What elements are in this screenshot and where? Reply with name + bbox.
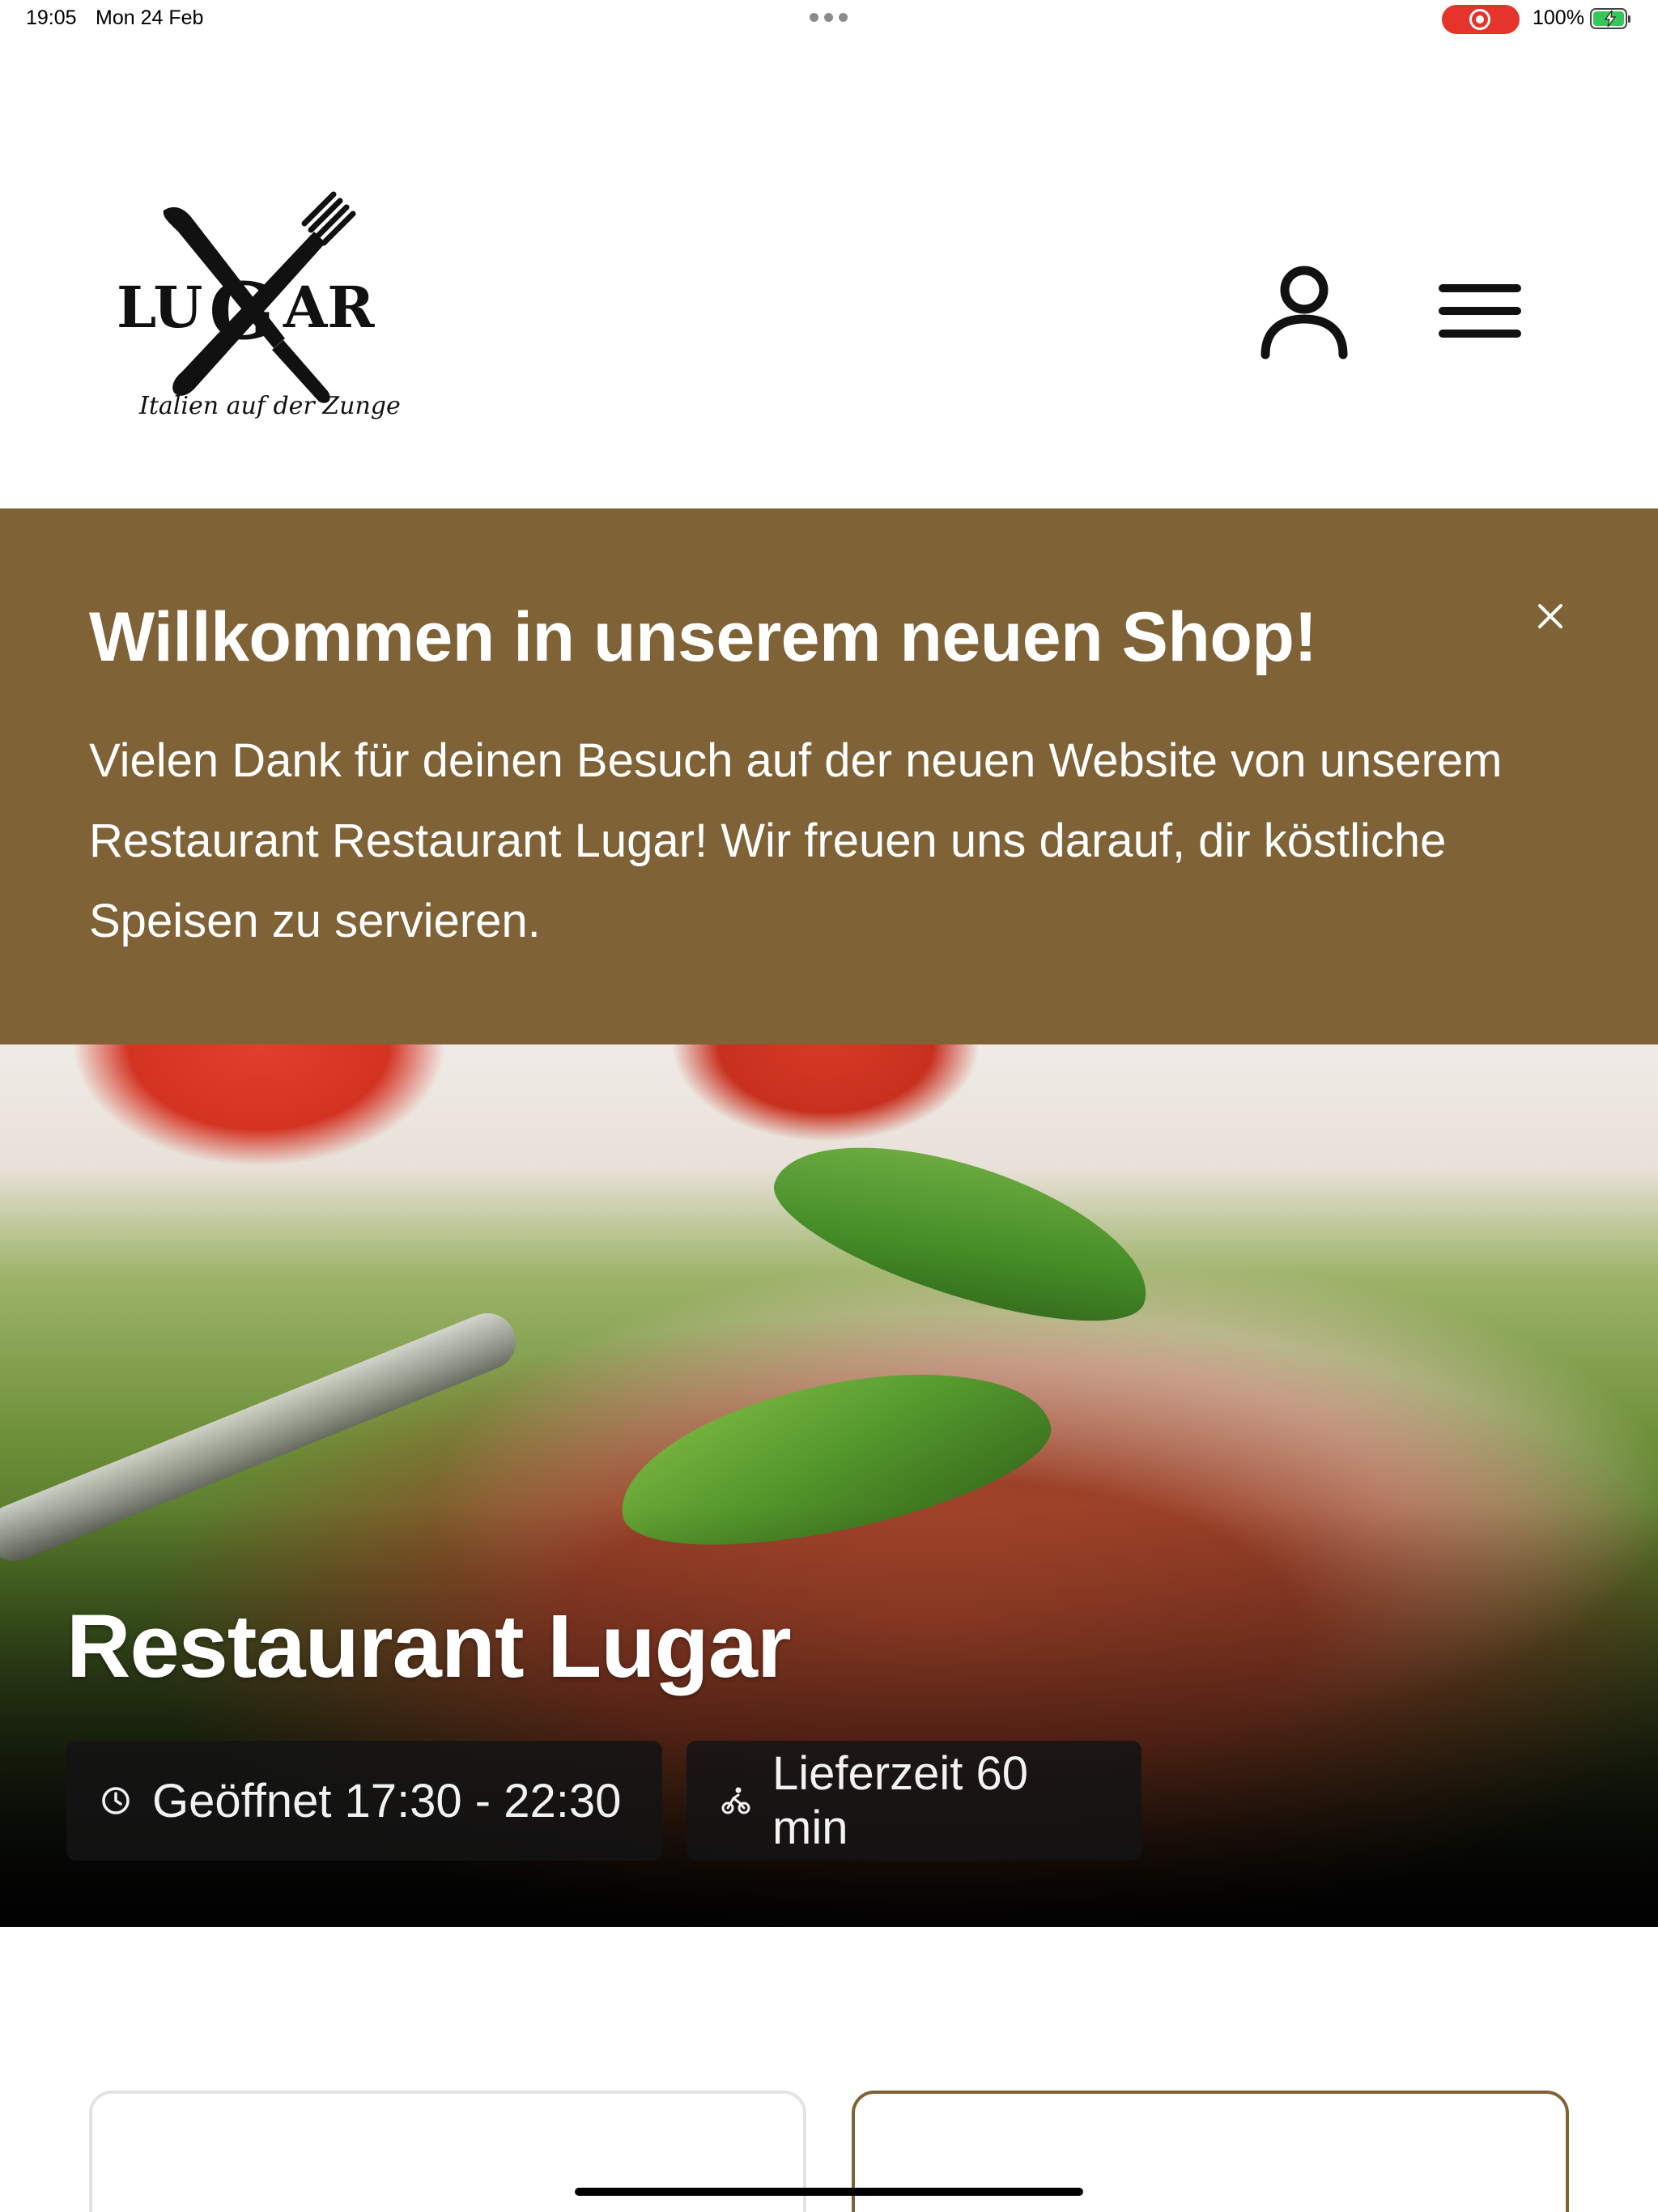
status-date: Mon 24 Feb bbox=[96, 6, 204, 29]
close-icon[interactable] bbox=[1537, 602, 1564, 630]
logo-tagline: Italien auf der Zunge bbox=[139, 392, 401, 420]
banner-text: Vielen Dank für deinen Besuch auf der ne… bbox=[89, 734, 1503, 947]
banner-title: Willkommen in unserem neuen Shop! bbox=[89, 598, 1317, 676]
delivery-time-text: Lieferzeit 60 min bbox=[772, 1747, 1028, 1854]
screen-record-icon[interactable] bbox=[1442, 5, 1520, 34]
page: 19:05 Mon 24 Feb 100% LU G AR Italien au… bbox=[0, 0, 1658, 2212]
delivery-bike-icon bbox=[721, 1787, 750, 1814]
site-header: LU G AR Italien auf der Zunge bbox=[0, 39, 1658, 508]
opening-hours-chip: Geöffnet 17:30 - 22:30 bbox=[66, 1741, 662, 1861]
battery-charging-icon bbox=[1590, 8, 1630, 29]
battery-percentage: 100% bbox=[1533, 6, 1584, 29]
hero-section: Restaurant Lugar Geöffnet 17:30 - 22:30 … bbox=[0, 1044, 1658, 1927]
menu-icon[interactable] bbox=[1438, 282, 1522, 340]
clock-icon bbox=[102, 1787, 130, 1814]
user-icon[interactable] bbox=[1259, 264, 1350, 359]
welcome-banner: Willkommen in unserem neuen Shop! Vielen… bbox=[0, 508, 1658, 1044]
opening-hours-text: Geöffnet 17:30 - 22:30 bbox=[152, 1774, 622, 1827]
status-time: 19:05 bbox=[26, 6, 77, 29]
more-dots-icon[interactable] bbox=[810, 13, 848, 22]
svg-text:AR: AR bbox=[283, 274, 375, 341]
restaurant-name: Restaurant Lugar bbox=[66, 1597, 792, 1696]
status-bar: 19:05 Mon 24 Feb 100% bbox=[0, 0, 1658, 39]
delivery-time-chip: Lieferzeit 60 min bbox=[687, 1741, 1141, 1861]
home-indicator[interactable] bbox=[575, 2188, 1083, 2196]
logo-wordmark: LU bbox=[117, 274, 202, 341]
svg-text:G: G bbox=[209, 266, 275, 357]
